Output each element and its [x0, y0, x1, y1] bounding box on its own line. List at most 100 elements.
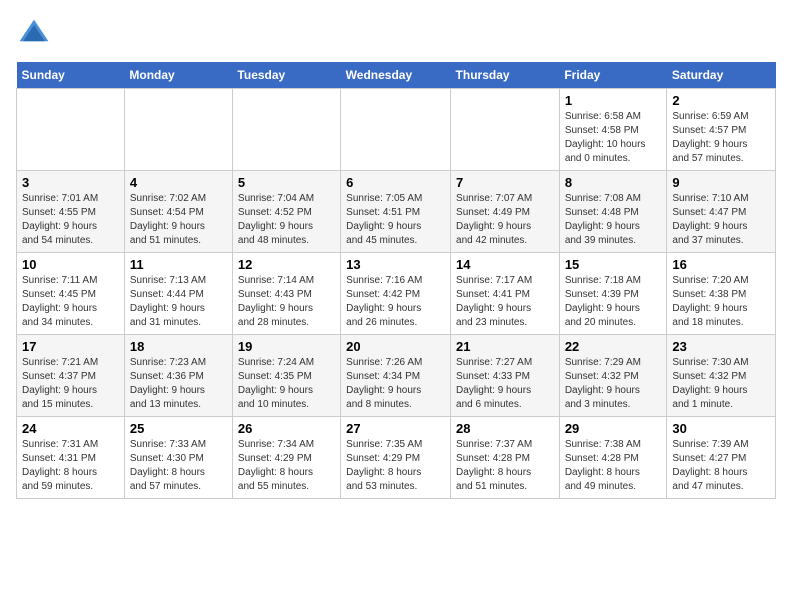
- day-info: Sunrise: 7:38 AM Sunset: 4:28 PM Dayligh…: [565, 438, 662, 494]
- day-cell: 23 Sunrise: 7:30 AM Sunset: 4:32 PM Dayli…: [667, 335, 776, 417]
- day-info: Sunrise: 7:23 AM Sunset: 4:36 PM Dayligh…: [130, 356, 227, 412]
- day-info: Sunrise: 7:05 AM Sunset: 4:51 PM Dayligh…: [346, 192, 445, 248]
- day-number: 19: [238, 339, 335, 354]
- day-number: 10: [22, 257, 119, 272]
- day-cell: 16Sunrise: 7:20 AM Sunset: 4:38 PM Dayli…: [667, 253, 776, 335]
- day-info: Sunrise: 7:27 AM Sunset: 4:33 PM Dayligh…: [456, 356, 554, 412]
- header: [16, 16, 776, 52]
- calendar-header: SundayMondayTuesdayWednesdayThursdayFrid…: [17, 62, 776, 89]
- day-number: 2: [672, 93, 770, 108]
- day-cell: 29 Sunrise: 7:38 AM Sunset: 4:28 PM Dayli…: [559, 417, 667, 499]
- weekday-header-saturday: Saturday: [667, 62, 776, 89]
- day-cell: 28 Sunrise: 7:37 AM Sunset: 4:28 PM Dayli…: [451, 417, 560, 499]
- day-number: 8: [565, 175, 662, 190]
- day-info: Sunrise: 7:24 AM Sunset: 4:35 PM Dayligh…: [238, 356, 335, 412]
- day-cell: 22 Sunrise: 7:29 AM Sunset: 4:32 PM Dayli…: [559, 335, 667, 417]
- day-cell: 2 Sunrise: 6:59 AM Sunset: 4:57 PM Daylig…: [667, 89, 776, 171]
- weekday-header-tuesday: Tuesday: [232, 62, 340, 89]
- day-number: 26: [238, 421, 335, 436]
- day-info: Sunrise: 7:17 AM Sunset: 4:41 PM Dayligh…: [456, 274, 554, 330]
- header-row: SundayMondayTuesdayWednesdayThursdayFrid…: [17, 62, 776, 89]
- day-info: Sunrise: 7:18 AM Sunset: 4:39 PM Dayligh…: [565, 274, 662, 330]
- weekday-header-wednesday: Wednesday: [341, 62, 451, 89]
- day-info: Sunrise: 7:20 AM Sunset: 4:38 PM Dayligh…: [672, 274, 770, 330]
- day-number: 14: [456, 257, 554, 272]
- logo-icon: [16, 16, 52, 52]
- day-info: Sunrise: 7:39 AM Sunset: 4:27 PM Dayligh…: [672, 438, 770, 494]
- day-info: Sunrise: 7:08 AM Sunset: 4:48 PM Dayligh…: [565, 192, 662, 248]
- day-info: Sunrise: 6:59 AM Sunset: 4:57 PM Dayligh…: [672, 110, 770, 166]
- day-cell: 25 Sunrise: 7:33 AM Sunset: 4:30 PM Dayli…: [124, 417, 232, 499]
- day-info: Sunrise: 7:26 AM Sunset: 4:34 PM Dayligh…: [346, 356, 445, 412]
- day-info: Sunrise: 7:10 AM Sunset: 4:47 PM Dayligh…: [672, 192, 770, 248]
- day-cell: 3Sunrise: 7:01 AM Sunset: 4:55 PM Daylig…: [17, 171, 125, 253]
- weekday-header-sunday: Sunday: [17, 62, 125, 89]
- day-number: 6: [346, 175, 445, 190]
- day-cell: 10Sunrise: 7:11 AM Sunset: 4:45 PM Dayli…: [17, 253, 125, 335]
- day-info: Sunrise: 7:16 AM Sunset: 4:42 PM Dayligh…: [346, 274, 445, 330]
- day-number: 29: [565, 421, 662, 436]
- day-cell: [232, 89, 340, 171]
- day-cell: 4 Sunrise: 7:02 AM Sunset: 4:54 PM Daylig…: [124, 171, 232, 253]
- day-info: Sunrise: 7:14 AM Sunset: 4:43 PM Dayligh…: [238, 274, 335, 330]
- day-number: 17: [22, 339, 119, 354]
- day-number: 7: [456, 175, 554, 190]
- day-info: Sunrise: 6:58 AM Sunset: 4:58 PM Dayligh…: [565, 110, 662, 166]
- day-cell: 11Sunrise: 7:13 AM Sunset: 4:44 PM Dayli…: [124, 253, 232, 335]
- day-cell: 24 Sunrise: 7:31 AM Sunset: 4:31 PM Dayli…: [17, 417, 125, 499]
- day-cell: 15 Sunrise: 7:18 AM Sunset: 4:39 PM Dayli…: [559, 253, 667, 335]
- day-number: 25: [130, 421, 227, 436]
- day-cell: 30 Sunrise: 7:39 AM Sunset: 4:27 PM Dayli…: [667, 417, 776, 499]
- calendar-table: SundayMondayTuesdayWednesdayThursdayFrid…: [16, 62, 776, 499]
- day-info: Sunrise: 7:33 AM Sunset: 4:30 PM Dayligh…: [130, 438, 227, 494]
- day-number: 28: [456, 421, 554, 436]
- day-cell: 8 Sunrise: 7:08 AM Sunset: 4:48 PM Daylig…: [559, 171, 667, 253]
- day-cell: 18 Sunrise: 7:23 AM Sunset: 4:36 PM Dayli…: [124, 335, 232, 417]
- day-cell: [124, 89, 232, 171]
- day-cell: 27Sunrise: 7:35 AM Sunset: 4:29 PM Dayli…: [341, 417, 451, 499]
- day-number: 18: [130, 339, 227, 354]
- day-info: Sunrise: 7:04 AM Sunset: 4:52 PM Dayligh…: [238, 192, 335, 248]
- day-info: Sunrise: 7:13 AM Sunset: 4:44 PM Dayligh…: [130, 274, 227, 330]
- day-number: 13: [346, 257, 445, 272]
- day-cell: 13 Sunrise: 7:16 AM Sunset: 4:42 PM Dayli…: [341, 253, 451, 335]
- week-row-3: 10Sunrise: 7:11 AM Sunset: 4:45 PM Dayli…: [17, 253, 776, 335]
- day-cell: 6 Sunrise: 7:05 AM Sunset: 4:51 PM Daylig…: [341, 171, 451, 253]
- day-number: 15: [565, 257, 662, 272]
- day-cell: [341, 89, 451, 171]
- day-number: 20: [346, 339, 445, 354]
- day-number: 23: [672, 339, 770, 354]
- day-number: 12: [238, 257, 335, 272]
- day-info: Sunrise: 7:31 AM Sunset: 4:31 PM Dayligh…: [22, 438, 119, 494]
- day-number: 4: [130, 175, 227, 190]
- day-info: Sunrise: 7:37 AM Sunset: 4:28 PM Dayligh…: [456, 438, 554, 494]
- day-cell: [451, 89, 560, 171]
- day-cell: 1 Sunrise: 6:58 AM Sunset: 4:58 PM Daylig…: [559, 89, 667, 171]
- day-cell: 19 Sunrise: 7:24 AM Sunset: 4:35 PM Dayli…: [232, 335, 340, 417]
- day-cell: 5 Sunrise: 7:04 AM Sunset: 4:52 PM Daylig…: [232, 171, 340, 253]
- day-info: Sunrise: 7:01 AM Sunset: 4:55 PM Dayligh…: [22, 192, 119, 248]
- day-cell: [17, 89, 125, 171]
- day-cell: 21 Sunrise: 7:27 AM Sunset: 4:33 PM Dayli…: [451, 335, 560, 417]
- calendar-body: 1 Sunrise: 6:58 AM Sunset: 4:58 PM Daylig…: [17, 89, 776, 499]
- day-cell: 17Sunrise: 7:21 AM Sunset: 4:37 PM Dayli…: [17, 335, 125, 417]
- weekday-header-thursday: Thursday: [451, 62, 560, 89]
- day-number: 21: [456, 339, 554, 354]
- day-cell: 7Sunrise: 7:07 AM Sunset: 4:49 PM Daylig…: [451, 171, 560, 253]
- weekday-header-monday: Monday: [124, 62, 232, 89]
- day-cell: 20 Sunrise: 7:26 AM Sunset: 4:34 PM Dayli…: [341, 335, 451, 417]
- logo: [16, 16, 56, 52]
- day-number: 9: [672, 175, 770, 190]
- day-number: 22: [565, 339, 662, 354]
- day-number: 1: [565, 93, 662, 108]
- day-info: Sunrise: 7:29 AM Sunset: 4:32 PM Dayligh…: [565, 356, 662, 412]
- day-info: Sunrise: 7:34 AM Sunset: 4:29 PM Dayligh…: [238, 438, 335, 494]
- weekday-header-friday: Friday: [559, 62, 667, 89]
- day-number: 27: [346, 421, 445, 436]
- day-info: Sunrise: 7:30 AM Sunset: 4:32 PM Dayligh…: [672, 356, 770, 412]
- week-row-4: 17Sunrise: 7:21 AM Sunset: 4:37 PM Dayli…: [17, 335, 776, 417]
- day-info: Sunrise: 7:02 AM Sunset: 4:54 PM Dayligh…: [130, 192, 227, 248]
- day-number: 5: [238, 175, 335, 190]
- day-number: 30: [672, 421, 770, 436]
- day-number: 24: [22, 421, 119, 436]
